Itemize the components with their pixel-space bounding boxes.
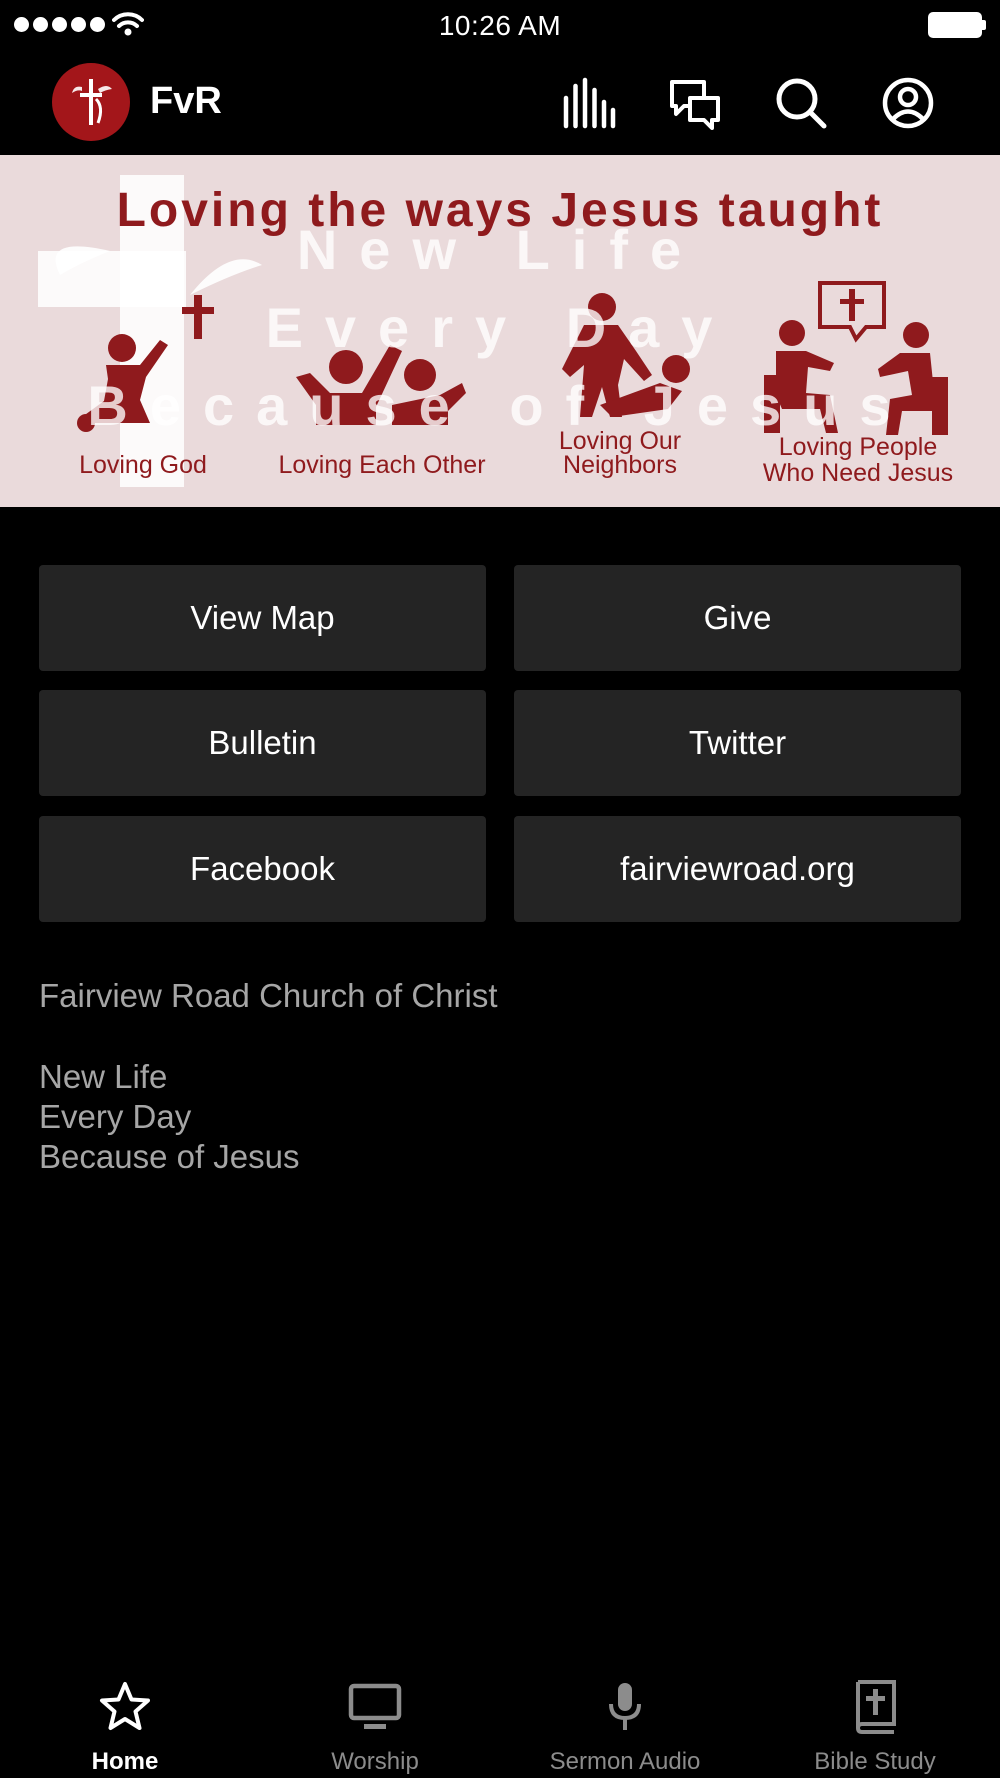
tab-bible-study[interactable]: Bible Study	[750, 1660, 1000, 1778]
status-bar: 10:26 AM	[0, 0, 1000, 50]
microphone-icon	[609, 1683, 641, 1730]
tab-worship[interactable]: Worship	[250, 1660, 500, 1778]
banner-image: New Life Every Day Because of Jesus Lovi…	[0, 155, 1000, 507]
tab-label: Home	[91, 1748, 159, 1775]
tab-sermon-audio[interactable]: Sermon Audio	[500, 1660, 750, 1778]
search-icon[interactable]	[774, 76, 828, 130]
tab-label: Worship	[331, 1748, 419, 1775]
motto-line: New Life	[39, 1058, 168, 1095]
account-icon[interactable]	[881, 76, 935, 130]
battery-icon	[928, 12, 986, 38]
banner-caption: Neighbors	[563, 451, 677, 479]
banner-caption: Loving God	[79, 451, 207, 479]
tab-bar: Home Worship Sermon Audio Bible Study	[0, 1660, 1000, 1778]
app-title: FvR	[150, 80, 222, 122]
chat-icon[interactable]	[668, 76, 722, 130]
church-logo[interactable]	[52, 63, 130, 141]
banner-watermark-line: Because of Jesus	[87, 374, 913, 437]
motto-line: Because of Jesus	[39, 1138, 300, 1175]
banner-caption: Loving Each Other	[278, 451, 486, 479]
view-map-button[interactable]: View Map	[39, 565, 486, 671]
bible-icon	[855, 1680, 896, 1734]
status-time: 10:26 AM	[438, 10, 562, 41]
star-icon	[100, 1682, 150, 1730]
banner-headline: Loving the ways Jesus taught	[116, 184, 884, 237]
equalizer-icon[interactable]	[562, 76, 616, 130]
banner-caption: Loving People	[778, 433, 938, 461]
website-button[interactable]: fairviewroad.org	[514, 816, 961, 922]
twitter-button[interactable]: Twitter	[514, 690, 961, 796]
tab-home[interactable]: Home	[0, 1660, 250, 1778]
banner-watermark-line: Every Day	[265, 296, 735, 359]
banner-caption: Who Need Jesus	[762, 459, 954, 487]
church-name: Fairview Road Church of Christ	[39, 977, 498, 1014]
tab-label: Sermon Audio	[549, 1748, 701, 1775]
bulletin-button[interactable]: Bulletin	[39, 690, 486, 796]
motto-line: Every Day	[39, 1098, 192, 1135]
facebook-button[interactable]: Facebook	[39, 816, 486, 922]
tab-label: Bible Study	[814, 1748, 936, 1775]
give-button[interactable]: Give	[514, 565, 961, 671]
monitor-icon	[348, 1683, 402, 1729]
app-header: FvR	[0, 50, 1000, 155]
